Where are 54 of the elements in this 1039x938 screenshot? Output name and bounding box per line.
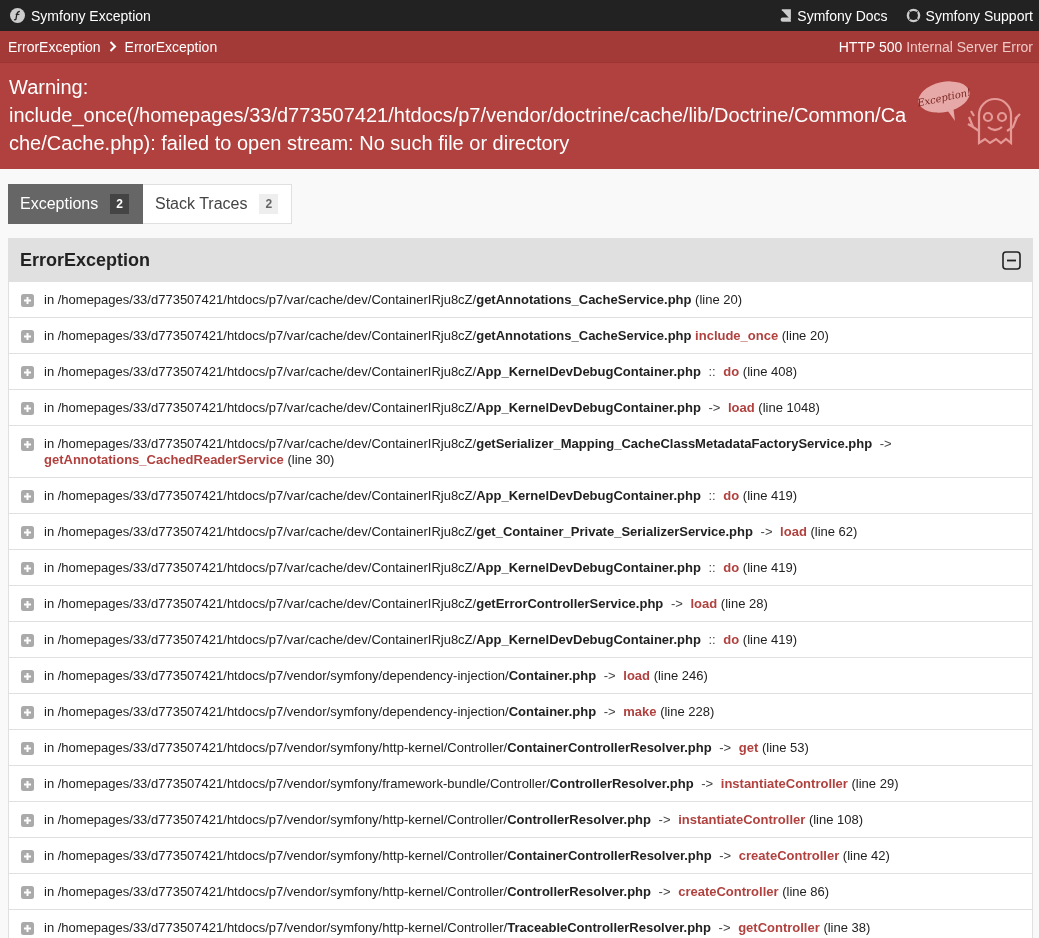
- nav-link[interactable]: Symfony Support: [905, 7, 1033, 24]
- stack-trace-line: in /homepages/33/d773507421/htdocs/p7/var/cache/dev/ContainerIRju8cZ/App_KernelDevDebugContainer.php :: do (line 419): [44, 488, 798, 504]
- count-badge: 2: [110, 194, 129, 214]
- nav-link[interactable]: Symfony Docs: [779, 7, 888, 24]
- expand-icon[interactable]: [21, 706, 34, 719]
- expand-icon[interactable]: [21, 670, 34, 683]
- expand-icon[interactable]: [21, 922, 34, 935]
- breadcrumb-item: ErrorException: [124, 38, 218, 55]
- stack-trace-line: in /homepages/33/d773507421/htdocs/p7/vendor/symfony/http-kernel/Controller/TraceableControllerResolver.php -> getController (line 38): [44, 920, 872, 936]
- app-title: Symfony Exception: [31, 7, 151, 24]
- expand-icon[interactable]: [21, 778, 34, 791]
- stack-trace-line: in /homepages/33/d773507421/htdocs/p7/var/cache/dev/ContainerIRju8cZ/App_KernelDevDebugContainer.php :: do (line 408): [44, 364, 798, 380]
- stack-trace-line: in /homepages/33/d773507421/htdocs/p7/var/cache/dev/ContainerIRju8cZ/getAnnotations_CacheService.php include_once (line 20): [44, 328, 830, 344]
- collapse-icon[interactable]: [1002, 251, 1021, 270]
- stack-trace-line: in /homepages/33/d773507421/htdocs/p7/var/cache/dev/ContainerIRju8cZ/App_KernelDevDebugContainer.php -> load (line 1048): [44, 400, 821, 416]
- expand-icon[interactable]: [21, 742, 34, 755]
- expand-icon[interactable]: [21, 438, 34, 451]
- stack-trace-line: in /homepages/33/d773507421/htdocs/p7/vendor/symfony/dependency-injection/Container.php -> load (line 246): [44, 668, 709, 684]
- exception-message: Warning: include_once(/homepages/33/d773507421/htdocs/p7/vendor/doctrine/cache/lib/Doctrine/Common/Cache/Cache.php): failed to open stream: No such file or directory: [9, 75, 908, 156]
- book-icon: [779, 9, 793, 22]
- stack-trace-line: in /homepages/33/d773507421/htdocs/p7/vendor/symfony/http-kernel/Controller/ContainerControllerResolver.php -> get (line 53): [44, 740, 810, 756]
- breadcrumb-item: ErrorException: [8, 38, 101, 55]
- expand-icon[interactable]: [21, 330, 34, 343]
- expand-icon[interactable]: [21, 886, 34, 899]
- stack-trace-line: in /homepages/33/d773507421/htdocs/p7/vendor/symfony/framework-bundle/Controller/ControllerResolver.php -> instantiateController (line 29): [44, 776, 900, 792]
- stack-trace-line: in /homepages/33/d773507421/htdocs/p7/var/cache/dev/ContainerIRju8cZ/getSerializer_Mapping_CacheClassMetadataFactoryService.php -> getAnnotations_CachedReaderService (line 30): [44, 436, 893, 468]
- chevron-right-icon: [108, 41, 117, 52]
- status-code: HTTP 500: [838, 38, 903, 55]
- stack-trace-line: in /homepages/33/d773507421/htdocs/p7/var/cache/dev/ContainerIRju8cZ/getErrorControllerService.php -> load (line 28): [44, 596, 769, 612]
- stack-trace-line: in /homepages/33/d773507421/htdocs/p7/var/cache/dev/ContainerIRju8cZ/App_KernelDevDebugContainer.php :: do (line 419): [44, 632, 798, 648]
- stack-trace-line: in /homepages/33/d773507421/htdocs/p7/var/cache/dev/ContainerIRju8cZ/getAnnotations_CacheService.php (line 20): [44, 292, 744, 308]
- stack-trace-line: in /homepages/33/d773507421/htdocs/p7/vendor/symfony/http-kernel/Controller/ControllerResolver.php -> createController (line 86): [44, 884, 831, 900]
- stack-trace-line: in /homepages/33/d773507421/htdocs/p7/vendor/symfony/http-kernel/Controller/ContainerControllerResolver.php -> createController (line 42): [44, 848, 891, 864]
- count-badge: 2: [259, 194, 279, 214]
- tab[interactable]: Stack Traces 2: [142, 184, 293, 224]
- expand-icon[interactable]: [21, 366, 34, 379]
- expand-icon[interactable]: [21, 814, 34, 827]
- expand-icon[interactable]: [21, 294, 34, 307]
- stack-trace-line: in /homepages/33/d773507421/htdocs/p7/vendor/symfony/http-kernel/Controller/ControllerResolver.php -> instantiateController (line 108): [44, 812, 865, 828]
- expand-icon[interactable]: [21, 490, 34, 503]
- expand-icon[interactable]: [21, 598, 34, 611]
- tab[interactable]: Exceptions 2: [8, 184, 143, 224]
- expand-icon[interactable]: [21, 562, 34, 575]
- expand-icon[interactable]: [21, 634, 34, 647]
- expand-icon[interactable]: [21, 850, 34, 863]
- status-text: Internal Server Error: [906, 38, 1033, 55]
- expand-icon[interactable]: [21, 526, 34, 539]
- symfony-logo-icon: [10, 8, 25, 23]
- stack-trace-line: in /homepages/33/d773507421/htdocs/p7/vendor/symfony/dependency-injection/Container.php -> make (line 228): [44, 704, 716, 720]
- stack-trace-line: in /homepages/33/d773507421/htdocs/p7/var/cache/dev/ContainerIRju8cZ/App_KernelDevDebugContainer.php :: do (line 419): [44, 560, 798, 576]
- lifebuoy-icon: [905, 8, 921, 23]
- expand-icon[interactable]: [21, 402, 34, 415]
- stack-trace-line: in /homepages/33/d773507421/htdocs/p7/var/cache/dev/ContainerIRju8cZ/get_Container_Private_SerializerService.php -> load (line 62): [44, 524, 859, 540]
- exception-title: ErrorException: [20, 250, 151, 271]
